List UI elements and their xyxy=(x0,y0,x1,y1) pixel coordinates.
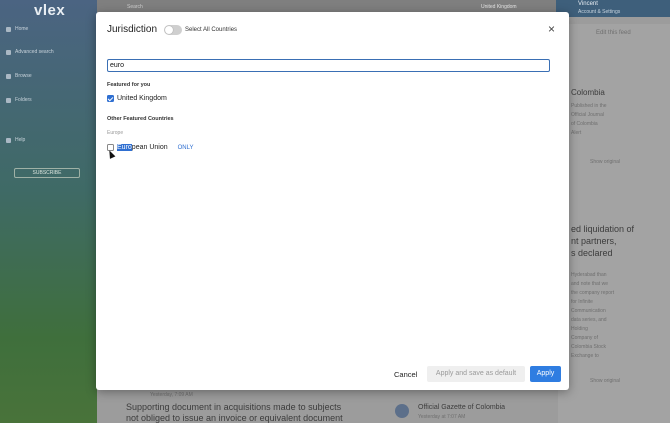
article-line: data series, and xyxy=(571,317,607,323)
user-name: Vincent xyxy=(578,1,598,7)
region-label: Europe xyxy=(107,130,124,136)
article-line: Communication xyxy=(571,308,606,314)
help-icon xyxy=(6,137,11,143)
right-snippet-line: Published in the xyxy=(571,103,607,109)
app-sidebar: vlex Home Advanced search Browse Folders… xyxy=(0,0,97,423)
search-icon xyxy=(6,49,11,55)
vlex-logo: vlex xyxy=(34,2,66,19)
toggle-knob xyxy=(165,26,173,34)
country-option-united-kingdom[interactable]: United Kingdom xyxy=(107,95,167,102)
article-line: for Infinite xyxy=(571,299,593,305)
nav-help[interactable]: Help xyxy=(6,137,25,143)
folder-icon xyxy=(6,97,11,103)
show-original-link[interactable]: Show original xyxy=(590,159,620,165)
dialog-title: Jurisdiction xyxy=(107,24,158,35)
nav-advanced-search[interactable]: Advanced search xyxy=(6,49,54,55)
country-label: United Kingdom xyxy=(117,95,167,102)
close-button[interactable]: × xyxy=(548,23,555,35)
home-icon xyxy=(6,26,11,32)
country-selector[interactable]: United Kingdom xyxy=(481,4,517,10)
country-option-european-union[interactable]: European Union ONLY xyxy=(107,144,194,151)
user-menu[interactable]: Vincent Account & Settings xyxy=(556,0,670,17)
nav-home[interactable]: Home xyxy=(6,26,28,32)
headline-line: s declared xyxy=(571,248,613,258)
apply-save-default-button[interactable]: Apply and save as default xyxy=(427,366,525,382)
article-line: Colombia Stock xyxy=(571,344,607,350)
match-highlight: Euro xyxy=(117,144,132,151)
right-snippet-line: Alert xyxy=(571,130,582,136)
article-meta: Yesterday, 7:09 AM xyxy=(150,392,193,398)
article-line: Exchange to xyxy=(571,353,599,359)
cancel-button[interactable]: Cancel xyxy=(394,370,417,379)
headline-line: nt partners, xyxy=(571,236,617,246)
article-line: Company of xyxy=(571,335,598,341)
headline-line: ed liquidation of xyxy=(571,224,635,234)
gazette-time: Yesterday at 7:07 AM xyxy=(418,414,466,420)
account-link[interactable]: Account & Settings xyxy=(578,9,620,15)
dialog-footer: Cancel Apply and save as default Apply xyxy=(96,366,569,390)
only-link[interactable]: ONLY xyxy=(178,145,194,151)
app-search-input[interactable]: Search xyxy=(127,4,143,10)
gazette-title[interactable]: Official Gazette of Colombia xyxy=(418,404,505,411)
right-snippet-line: of Colombia xyxy=(571,121,598,127)
country-label: European Union xyxy=(117,144,168,151)
select-all-label: Select All Countries xyxy=(185,27,238,33)
article-title-line[interactable]: not obliged to issue an invoice or equiv… xyxy=(126,413,343,423)
article-title-line[interactable]: Supporting document in acquisitions made… xyxy=(126,402,341,412)
edit-feed-link[interactable]: Edit this feed xyxy=(596,30,631,36)
right-title: Colombia xyxy=(571,88,605,97)
right-snippet-line: Official Journal xyxy=(571,112,604,118)
article-line: Holding xyxy=(571,326,588,332)
show-original-link-2[interactable]: Show original xyxy=(590,378,620,384)
featured-heading: Featured for you xyxy=(107,82,151,88)
article-line: the company report xyxy=(571,290,615,296)
select-all-toggle[interactable] xyxy=(164,25,182,35)
article-line: and note that we xyxy=(571,281,608,287)
other-heading: Other Featured Countries xyxy=(107,116,174,122)
article-line: Hyderabad than xyxy=(571,272,607,278)
gazette-avatar xyxy=(395,404,409,418)
country-search-input[interactable]: euro xyxy=(107,59,550,72)
checkbox-checked[interactable] xyxy=(107,95,114,102)
apply-button[interactable]: Apply xyxy=(530,366,561,382)
subscribe-button[interactable]: SUBSCRIBE xyxy=(14,168,80,178)
jurisdiction-dialog: Jurisdiction Select All Countries × euro… xyxy=(96,12,569,390)
nav-browse[interactable]: Browse xyxy=(6,73,32,79)
browse-icon xyxy=(6,73,11,79)
match-rest: pean Union xyxy=(131,144,168,151)
nav-folders[interactable]: Folders xyxy=(6,97,32,103)
